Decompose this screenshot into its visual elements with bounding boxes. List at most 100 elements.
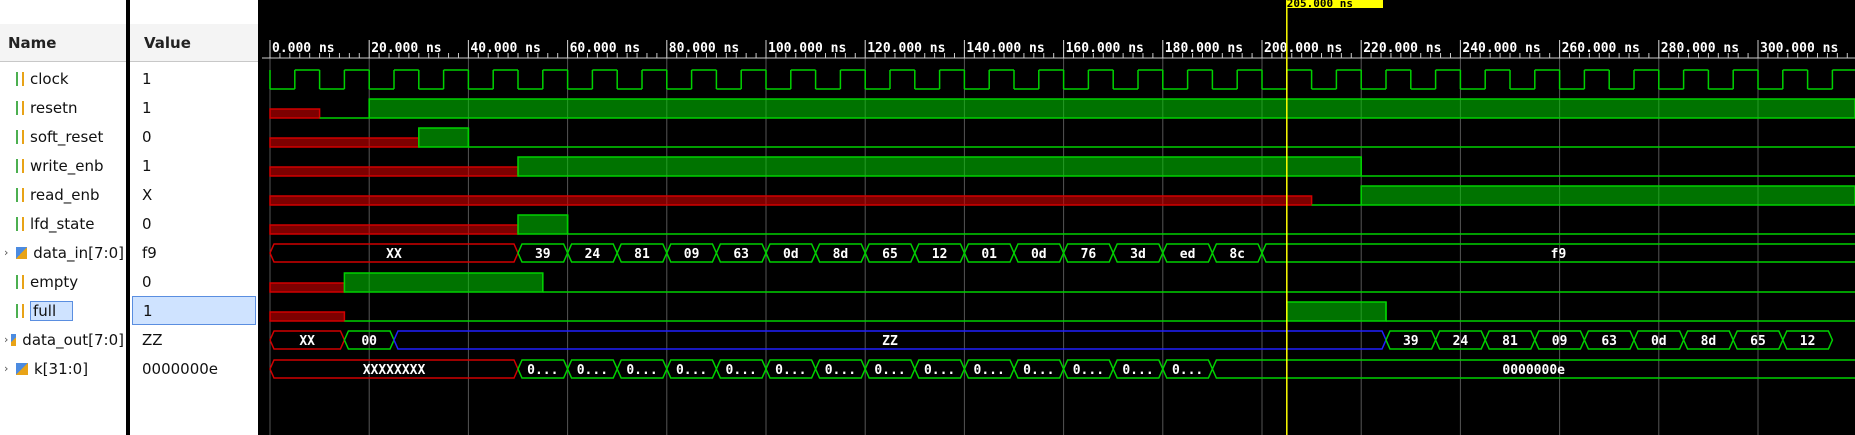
bus-segment-label: 09: [1552, 334, 1568, 349]
time-tick-label: 280.000 ns: [1661, 41, 1739, 56]
signal-name: full: [30, 300, 74, 321]
bus-segment-label: 65: [882, 247, 898, 262]
bus-segment-label: 0d: [783, 247, 799, 262]
wave-unknown-segment: [269, 166, 519, 177]
expand-chevron-icon[interactable]: ›: [4, 246, 14, 259]
bus-segment-label: 0...: [874, 363, 905, 378]
signal-value[interactable]: 0: [132, 122, 252, 151]
signal-value[interactable]: 1: [132, 93, 252, 122]
signal-row-read-enb[interactable]: read_enb: [4, 180, 124, 209]
bus-segment-label: 39: [1403, 334, 1419, 349]
signal-row-write-enb[interactable]: write_enb: [4, 151, 124, 180]
bus-segment-label: 8c: [1229, 247, 1245, 262]
bus-segment-label: 63: [1601, 334, 1617, 349]
time-tick-label: 140.000 ns: [966, 41, 1044, 56]
signal-value[interactable]: 1: [132, 296, 256, 325]
signal-icon: [16, 71, 24, 86]
wave-unknown-segment: [269, 311, 346, 322]
signal-icon: [16, 129, 24, 144]
signal-name: data_out[7:0]: [22, 330, 124, 349]
bus-icon: [15, 246, 28, 259]
wave-high-segment: [517, 156, 1362, 177]
bus-segment-label: 0...: [726, 363, 757, 378]
bus-segment-label: 65: [1750, 334, 1766, 349]
bus-segment-label: 0...: [825, 363, 856, 378]
time-tick-label: 40.000 ns: [470, 41, 540, 56]
signal-row-data-out-7-0-[interactable]: › data_out[7:0]: [4, 325, 124, 354]
cursor-time-label: 205.000 ns: [1286, 0, 1383, 8]
signal-icon: [16, 187, 24, 202]
signal-icon: [16, 158, 24, 173]
expand-chevron-icon[interactable]: ›: [4, 333, 9, 346]
bus-segment-label: 00: [361, 334, 377, 349]
time-tick-label: 60.000 ns: [570, 41, 640, 56]
bus-segment-label: 8d: [833, 247, 849, 262]
bus-segment-label: 0...: [775, 363, 806, 378]
waveform-area[interactable]: 0.000 ns 20.000 ns 40.000 ns 60.000 ns 80.00…: [262, 0, 1855, 435]
time-tick-label: 260.000 ns: [1562, 41, 1640, 56]
bus-segment-label: 12: [932, 247, 948, 262]
signal-name: clock: [30, 69, 69, 88]
signal-row-full[interactable]: full: [4, 296, 124, 325]
signal-name: write_enb: [30, 156, 104, 175]
bus-segment-label: 0...: [577, 363, 608, 378]
bus-segment-label: 0...: [1172, 363, 1203, 378]
bus-segment-label: 0000000e: [1502, 363, 1565, 378]
signal-value[interactable]: ZZ: [132, 325, 252, 354]
bus-segment-label: 3d: [1130, 247, 1146, 262]
wave-unknown-segment: [269, 195, 1313, 206]
bus-segment-label: 24: [585, 247, 601, 262]
bus-segment-label: ZZ: [882, 334, 898, 349]
signal-value[interactable]: 1: [132, 151, 252, 180]
bus-segment-label: 81: [634, 247, 650, 262]
name-column-header[interactable]: Name: [0, 24, 126, 62]
time-tick-label: 100.000 ns: [768, 41, 846, 56]
signal-name: lfd_state: [30, 214, 95, 233]
signal-value[interactable]: 0: [132, 267, 252, 296]
signal-icon: [16, 216, 24, 231]
time-tick-label: 0.000 ns: [272, 41, 335, 56]
wave-unknown-segment: [269, 137, 420, 148]
bus-segment-label: 0...: [1122, 363, 1153, 378]
signal-row-lfd-state[interactable]: lfd_state: [4, 209, 124, 238]
bus-segment-label: XX: [299, 334, 315, 349]
bus-segment-label: XX: [386, 247, 402, 262]
wave-high-segment: [343, 272, 544, 293]
wave-high-segment: [517, 214, 569, 235]
signal-name: data_in[7:0]: [33, 243, 124, 262]
bus-segment-label: 63: [733, 247, 749, 262]
bus-segment-label: 0...: [527, 363, 558, 378]
bus-segment-label: 39: [535, 247, 551, 262]
signal-row-empty[interactable]: empty: [4, 267, 124, 296]
signal-value-panel: Value 1 1 0 1 X 0 f9 0 1 ZZ 0000000e: [130, 0, 258, 435]
bus-segment-label: 0...: [1073, 363, 1104, 378]
signal-row-resetn[interactable]: resetn: [4, 93, 124, 122]
waveform-canvas[interactable]: 0.000 ns 20.000 ns 40.000 ns 60.000 ns 80.00…: [262, 0, 1855, 435]
wave-high-segment: [1360, 185, 1855, 206]
time-tick-label: 160.000 ns: [1066, 41, 1144, 56]
bus-segment-label: ed: [1180, 247, 1196, 262]
signal-value[interactable]: 0000000e: [132, 354, 252, 383]
signal-value[interactable]: f9: [132, 238, 252, 267]
bus-segment-label: 09: [684, 247, 700, 262]
signal-row-data-in-7-0-[interactable]: › data_in[7:0]: [4, 238, 124, 267]
wave-high-segment: [418, 127, 470, 148]
signal-row-clock[interactable]: clock: [4, 64, 124, 93]
expand-chevron-icon[interactable]: ›: [4, 362, 14, 375]
signal-value[interactable]: 0: [132, 209, 252, 238]
signal-value[interactable]: 1: [132, 64, 252, 93]
signal-value[interactable]: X: [132, 180, 252, 209]
time-tick-label: 300.000 ns: [1760, 41, 1838, 56]
bus-segment-label: 0...: [676, 363, 707, 378]
signal-icon: [16, 100, 24, 115]
signal-row-soft-reset[interactable]: soft_reset: [4, 122, 124, 151]
wave-unknown-segment: [269, 282, 346, 293]
bus-segment-label: 0d: [1031, 247, 1047, 262]
bus-segment-label: XXXXXXXX: [363, 363, 426, 378]
value-column-header[interactable]: Value: [130, 24, 258, 62]
bus-segment-label: 12: [1800, 334, 1816, 349]
time-tick-label: 240.000 ns: [1462, 41, 1540, 56]
wave-unknown-segment: [269, 224, 519, 235]
bus-segment-label: 01: [981, 247, 997, 262]
signal-row-k-31-0-[interactable]: › k[31:0]: [4, 354, 124, 383]
